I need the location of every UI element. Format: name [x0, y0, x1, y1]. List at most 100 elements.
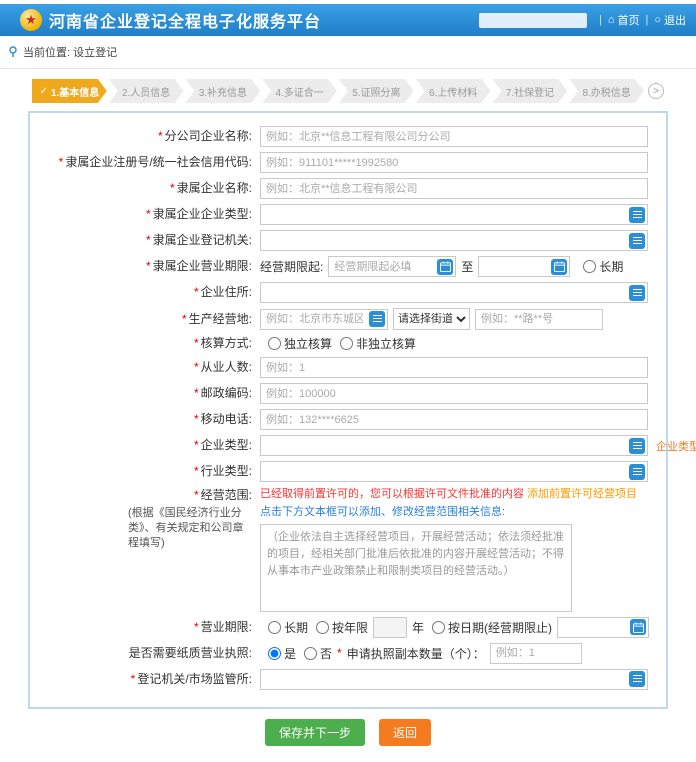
company-type-select-link[interactable]: 企业类型选择 — [656, 438, 696, 454]
basic-info-form: *分公司企业名称: *隶属企业注册号/统一社会信用代码: *隶属企业名称: *隶… — [28, 111, 668, 709]
parent-name-label: *隶属企业名称: — [38, 180, 260, 196]
select-dialog-icon[interactable] — [629, 438, 645, 454]
select-dialog-icon[interactable] — [629, 464, 645, 480]
accounting-independent-label: 独立核算 — [284, 335, 332, 352]
select-dialog-icon[interactable] — [629, 285, 645, 301]
step-tab-cert-separation[interactable]: 5.证照分离 — [339, 79, 414, 103]
parent-type-label: *隶属企业企业类型: — [38, 206, 260, 222]
required-marker: * — [59, 155, 64, 169]
step-tab-social-security[interactable]: 7.社保登记 — [493, 79, 568, 103]
select-dialog-icon[interactable] — [629, 233, 645, 249]
production-address-input[interactable] — [475, 309, 603, 330]
company-type-label: *企业类型: — [38, 437, 260, 453]
field-registry: *登记机关/市场监管所: — [38, 669, 658, 690]
paper-yes-radio[interactable] — [268, 647, 281, 660]
required-marker: * — [182, 312, 187, 326]
parent-term-long-radio[interactable] — [583, 260, 596, 273]
parent-authority-input[interactable] — [260, 230, 648, 251]
required-marker: * — [146, 259, 151, 273]
term-long-radio[interactable] — [268, 621, 281, 634]
save-next-button[interactable]: 保存并下一步 — [265, 719, 365, 746]
term-by-date-radio[interactable] — [432, 621, 445, 634]
logout-icon: ○ — [654, 14, 661, 26]
field-parent-term: *隶属企业营业期限: 经营期限起: 至 长期 — [38, 256, 658, 277]
step-tab-tax[interactable]: 8.办税信息 — [569, 79, 644, 103]
required-marker: * — [170, 181, 175, 195]
required-marker: * — [194, 386, 199, 400]
postcode-input[interactable] — [260, 383, 648, 404]
home-link[interactable]: ⌂ 首页 — [608, 12, 640, 28]
parent-term-long-label: 长期 — [599, 258, 623, 275]
step-tab-multi-cert[interactable]: 4.多证合一 — [262, 79, 337, 103]
registry-input[interactable] — [260, 669, 648, 690]
step-tab-personnel[interactable]: 2.人员信息 — [109, 79, 184, 103]
parent-code-input[interactable] — [260, 152, 648, 173]
street-select[interactable]: 请选择街道 — [393, 308, 470, 330]
industry-type-label: *行业类型: — [38, 463, 260, 479]
term-to-label: 至 — [461, 258, 473, 275]
field-postcode: *邮政编码: — [38, 383, 658, 404]
step-tab-basic-info[interactable]: ✓ 1.基本信息 — [32, 79, 107, 103]
step-tab-upload[interactable]: 6.上传材料 — [416, 79, 491, 103]
term-years-suffix: 年 — [412, 619, 424, 636]
list-glyph — [633, 442, 642, 450]
business-scope-note: (根据《国民经济行业分类》、有关规定和公司章程填写) — [128, 506, 252, 551]
user-info-redacted — [479, 13, 587, 28]
scope-hint-edit: 点击下方文本框可以添加、修改经营范围相关信息: — [260, 505, 637, 520]
add-permit-items-link[interactable]: 添加前置许可经营项目 — [527, 488, 637, 500]
field-production-site: *生产经营地: 请选择街道 — [38, 308, 658, 330]
address-label: *企业住所: — [38, 284, 260, 300]
industry-type-input[interactable] — [260, 461, 648, 482]
steps-next-icon[interactable]: > — [648, 83, 664, 99]
step-label: 6.上传材料 — [429, 84, 477, 99]
page-title: 河南省企业登记全程电子化服务平台 — [49, 8, 321, 32]
copies-input[interactable] — [490, 643, 582, 664]
paper-yes-label: 是 — [284, 645, 296, 662]
field-branch-name: *分公司企业名称: — [38, 126, 658, 147]
parent-name-input[interactable] — [260, 178, 648, 199]
back-button[interactable]: 返回 — [379, 719, 431, 746]
production-site-label: *生产经营地: — [38, 311, 260, 327]
business-scope-textarea[interactable]: （企业依法自主选择经营项目，开展经营活动；依法须经批准的项目，经相关部门批准后依… — [260, 524, 572, 612]
term-by-years-radio[interactable] — [316, 621, 329, 634]
field-business-term: *营业期限: 长期 按年限 年 按日期(经营期限止) — [38, 617, 658, 638]
parent-authority-label: *隶属企业登记机关: — [38, 232, 260, 248]
home-icon: ⌂ — [608, 14, 615, 26]
step-tab-supplement[interactable]: 3.补充信息 — [186, 79, 261, 103]
home-label: 首页 — [617, 12, 639, 28]
required-marker: * — [194, 620, 199, 634]
staff-count-input[interactable] — [260, 357, 648, 378]
logout-link[interactable]: ○ 退出 — [654, 12, 686, 28]
paper-no-radio[interactable] — [304, 647, 317, 660]
parent-type-input[interactable] — [260, 204, 648, 225]
mobile-input[interactable] — [260, 409, 648, 430]
staff-count-label: *从业人数: — [38, 359, 260, 375]
calendar-icon[interactable] — [630, 619, 646, 635]
field-parent-code: *隶属企业注册号/统一社会信用代码: — [38, 152, 658, 173]
address-input[interactable] — [260, 282, 648, 303]
registry-label: *登记机关/市场监管所: — [38, 671, 260, 687]
breadcrumb-text: 当前位置: 设立登记 — [23, 44, 117, 60]
step-label: 4.多证合一 — [275, 84, 323, 99]
parent-term-label: *隶属企业营业期限: — [38, 258, 260, 274]
footer-actions: 保存并下一步 返回 — [0, 719, 696, 746]
required-marker: * — [194, 285, 199, 299]
step-bar: ✓ 1.基本信息 2.人员信息 3.补充信息 4.多证合一 5.证照分离 6.上… — [32, 79, 664, 103]
select-dialog-icon[interactable] — [629, 207, 645, 223]
calendar-icon[interactable] — [551, 259, 567, 275]
required-marker: * — [158, 129, 163, 143]
accounting-non-independent-radio[interactable] — [340, 337, 353, 350]
field-parent-name: *隶属企业名称: — [38, 178, 658, 199]
branch-name-input[interactable] — [260, 126, 648, 147]
select-dialog-icon[interactable] — [629, 671, 645, 687]
breadcrumb: 当前位置: 设立登记 — [0, 36, 696, 69]
accounting-independent-radio[interactable] — [268, 337, 281, 350]
calendar-icon[interactable] — [437, 259, 453, 275]
required-marker: * — [146, 233, 151, 247]
term-years-input[interactable] — [373, 617, 407, 638]
company-type-input[interactable] — [260, 435, 648, 456]
brand: ★ 河南省企业登记全程电子化服务平台 — [20, 8, 321, 32]
scope-hint-permit: 已经取得前置许可的，您可以根据许可文件批准的内容 添加前置许可经营项目 — [260, 487, 637, 502]
nav-divider: | — [645, 14, 648, 26]
select-dialog-icon[interactable] — [369, 311, 385, 327]
